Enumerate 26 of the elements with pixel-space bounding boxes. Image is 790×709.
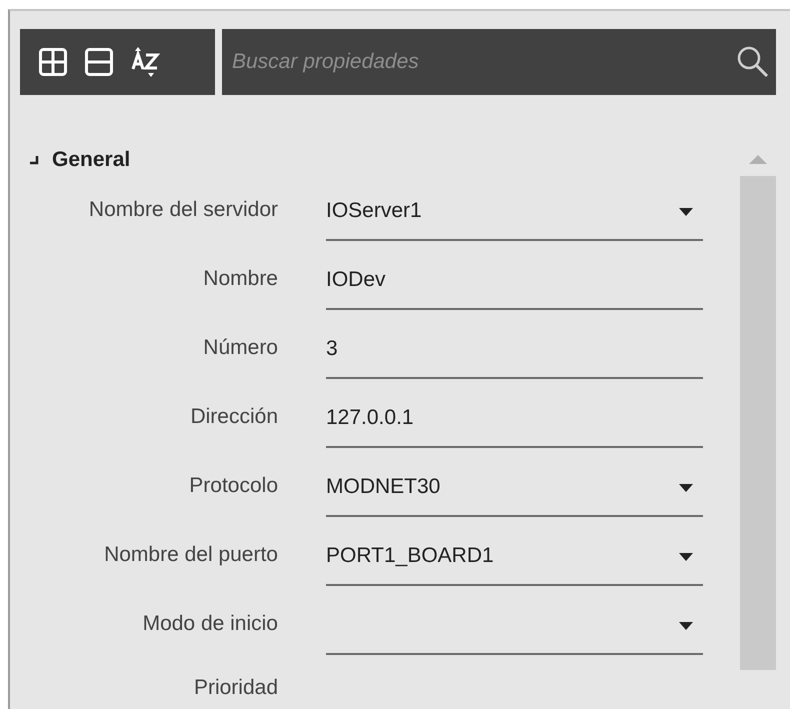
property-label: Prioridad [192,676,278,700]
search-field[interactable]: Buscar propiedades [222,29,776,95]
dropdown-field[interactable]: PORT1_BOARD1 [326,538,703,586]
dropdown-arrow-icon [679,552,693,560]
group-header[interactable]: General [20,145,740,175]
plus-box-icon [38,47,68,77]
property-label: Nombre del puerto [103,542,278,566]
property-label: Número [202,336,278,360]
dropdown-field[interactable]: MODNET30 [326,468,703,516]
minus-box-icon [84,47,114,77]
sort-az-icon [130,45,160,79]
text-field[interactable]: 3 [326,330,703,378]
property-label: Modo de inicio [142,612,278,636]
property-label: Protocolo [188,474,278,498]
collapse-corner-icon [28,154,40,166]
search-icon [736,45,770,79]
scroll-up-icon [749,155,767,164]
property-label: Dirección [189,404,278,428]
property-label: Nombre del servidor [88,198,278,222]
dropdown-arrow-icon [679,208,693,216]
text-field[interactable]: 127.0.0.1 [326,400,703,448]
text-field[interactable]: IODev [326,262,703,310]
dropdown-arrow-icon [679,484,693,492]
property-label: Nombre [202,266,278,290]
dropdown-arrow-icon [679,622,693,630]
dropdown-field[interactable]: IOServer1 [326,192,703,240]
